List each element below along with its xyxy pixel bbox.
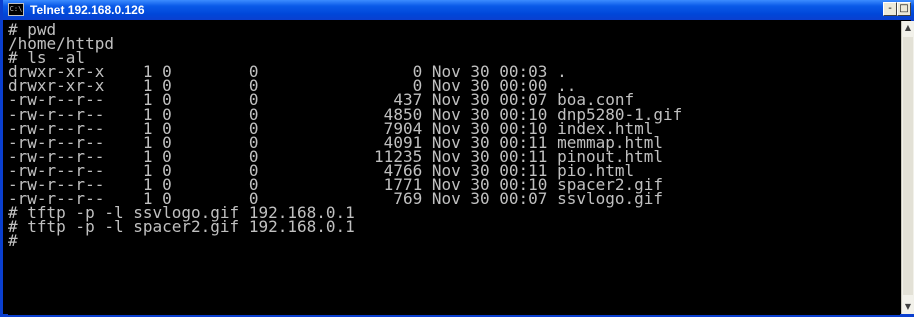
maximize-button[interactable]: □: [897, 2, 911, 16]
console-output[interactable]: # pwd /home/httpd # ls -al drwxr-xr-x 1 …: [8, 21, 900, 315]
vertical-scrollbar[interactable]: ▲ ▼: [901, 21, 914, 314]
title-bar[interactable]: C:\ Telnet 192.168.0.126 - □: [3, 0, 914, 20]
console-icon[interactable]: C:\: [8, 3, 24, 16]
telnet-window: C:\ Telnet 192.168.0.126 - □ # pwd /home…: [0, 0, 914, 317]
scroll-down-arrow-icon[interactable]: ▼: [902, 300, 914, 314]
scroll-up-arrow-icon[interactable]: ▲: [902, 21, 914, 35]
scrollbar-thumb[interactable]: [903, 37, 913, 295]
minimize-button[interactable]: -: [883, 2, 897, 16]
window-title: Telnet 192.168.0.126: [30, 3, 145, 17]
